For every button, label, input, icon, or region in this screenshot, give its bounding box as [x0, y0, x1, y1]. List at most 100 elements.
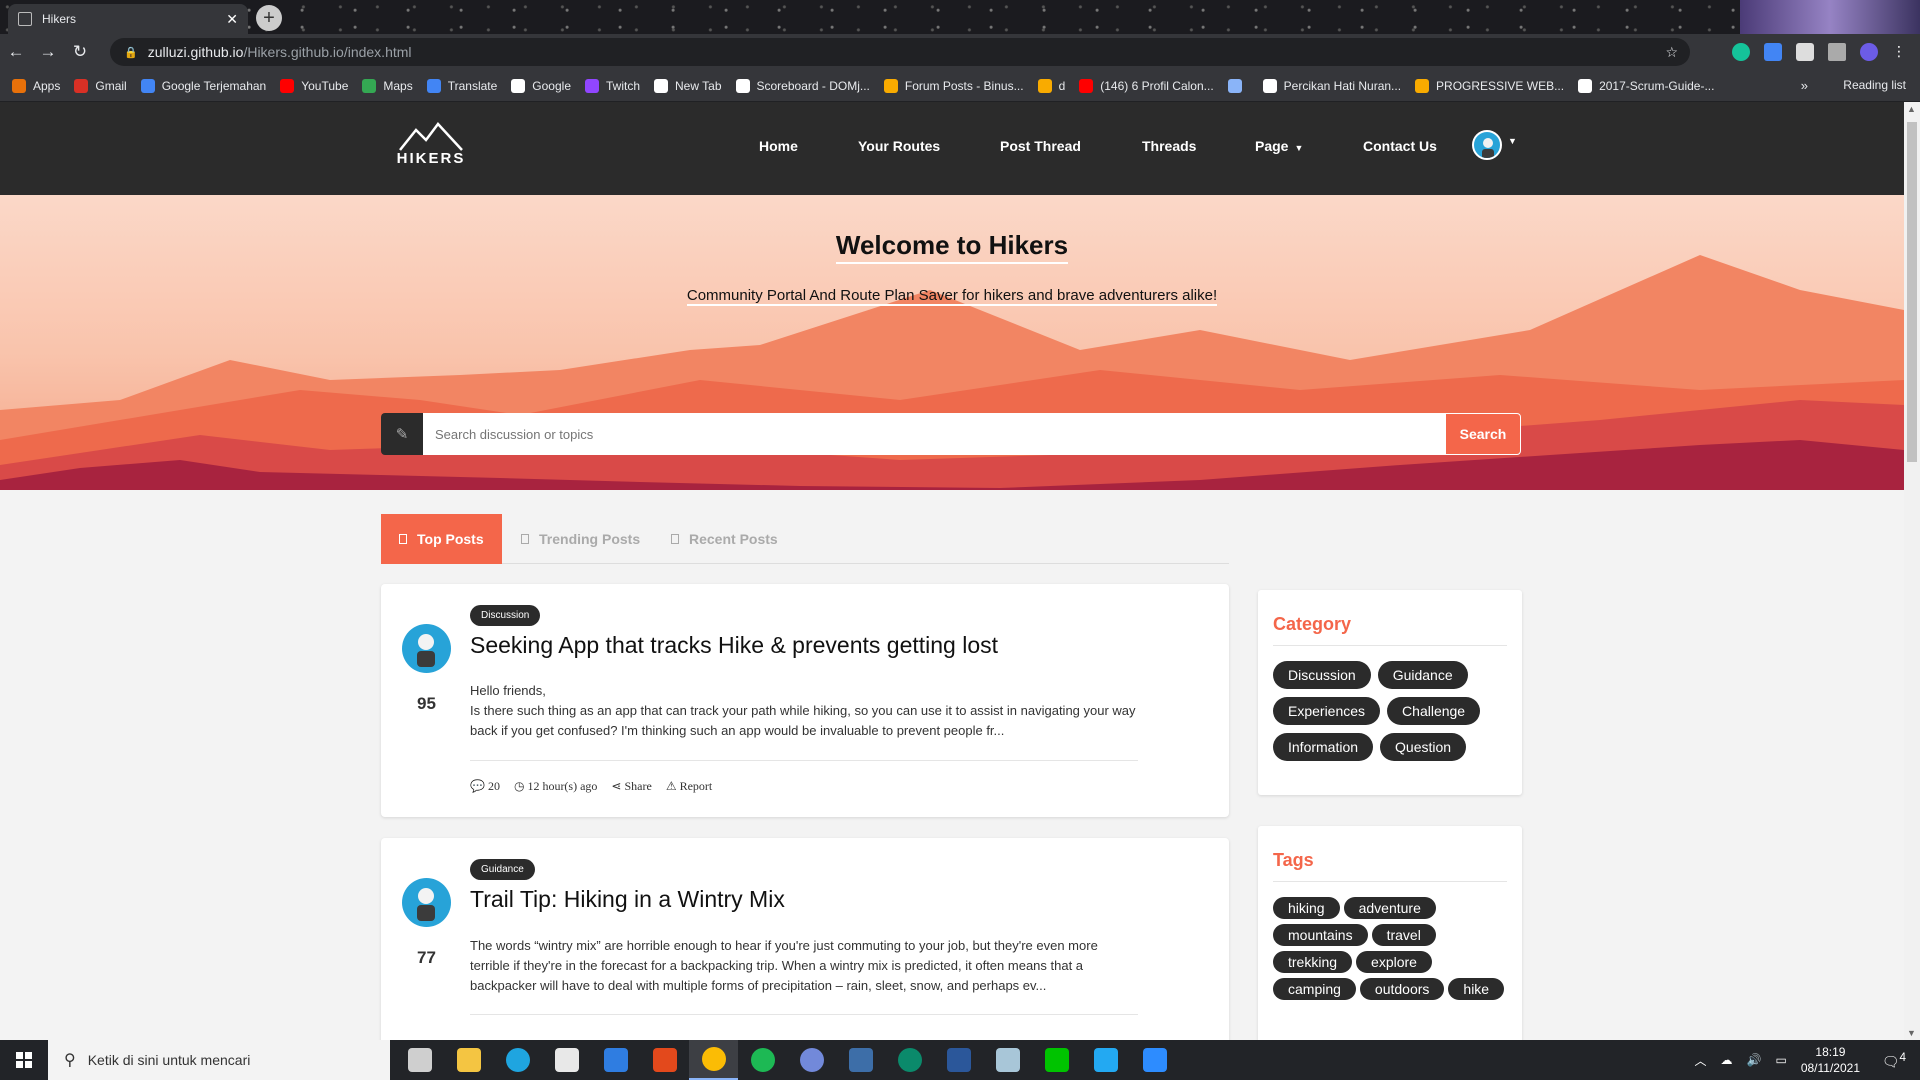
author-avatar[interactable]: [402, 878, 451, 927]
bookmark-item[interactable]: d: [1037, 78, 1065, 93]
post-category-badge[interactable]: Discussion: [470, 605, 541, 626]
bookmark-item[interactable]: Gmail: [74, 78, 127, 93]
taskbar-app-line[interactable]: [1032, 1040, 1081, 1080]
nav-contact-us[interactable]: Contact Us: [1363, 138, 1437, 154]
onedrive-icon[interactable]: ☁: [1721, 1053, 1733, 1067]
tag-pill[interactable]: camping: [1273, 978, 1356, 1000]
hikers-logo[interactable]: HIKERS: [395, 122, 467, 172]
taskbar-app-vscode[interactable]: [1081, 1040, 1130, 1080]
category-pill[interactable]: Information: [1273, 733, 1374, 761]
share-link[interactable]: ⋖ Share: [611, 779, 651, 794]
forward-icon[interactable]: →: [32, 42, 64, 62]
volume-icon[interactable]: 🔊: [1747, 1053, 1762, 1067]
bookmark-item[interactable]: YouTube: [280, 78, 348, 93]
media-control-icon[interactable]: [1828, 43, 1846, 61]
profile-avatar-icon[interactable]: [1860, 43, 1878, 61]
system-clock[interactable]: 18:19 08/11/2021: [1801, 1044, 1860, 1076]
category-pill[interactable]: Question: [1380, 733, 1467, 761]
tray-chevron-icon[interactable]: ︿: [1695, 1052, 1707, 1069]
tag-pill[interactable]: adventure: [1343, 897, 1436, 919]
taskbar-app-task-view[interactable]: [395, 1040, 444, 1080]
browser-menu-icon[interactable]: ⋮: [1892, 43, 1906, 61]
taskbar-app-chrome[interactable]: [689, 1040, 738, 1080]
search-input[interactable]: [423, 413, 1445, 455]
tag-pill[interactable]: hike: [1448, 978, 1505, 1000]
post-title[interactable]: Trail Tip: Hiking in a Wintry Mix: [470, 886, 785, 913]
taskbar-app-mail[interactable]: [591, 1040, 640, 1080]
tab-trending-posts[interactable]: Trending Posts: [503, 514, 658, 564]
nav-your-routes[interactable]: Your Routes: [858, 138, 940, 154]
grammarly-extension-icon[interactable]: [1732, 43, 1750, 61]
nav-page-dropdown[interactable]: Page ▼: [1255, 138, 1303, 154]
bookmark-item[interactable]: Apps: [12, 78, 60, 93]
tab-top-posts[interactable]: Top Posts: [381, 514, 502, 564]
tab-close-icon[interactable]: ✕: [226, 11, 238, 28]
category-pill[interactable]: Experiences: [1273, 697, 1381, 725]
taskbar-app-office[interactable]: [640, 1040, 689, 1080]
taskbar-app-word[interactable]: [934, 1040, 983, 1080]
reload-icon[interactable]: ↻: [64, 42, 96, 62]
category-pill[interactable]: Challenge: [1387, 697, 1481, 725]
search-button[interactable]: Search: [1445, 413, 1521, 455]
tag-pill[interactable]: travel: [1371, 924, 1436, 946]
scroll-down-icon[interactable]: ▼: [1907, 1028, 1916, 1038]
taskbar-search[interactable]: ⚲ Ketik di sini untuk mencari: [48, 1040, 390, 1080]
report-link[interactable]: ⚠ Report: [666, 779, 712, 794]
lock-icon[interactable]: 🔒: [124, 46, 138, 59]
user-avatar[interactable]: [1472, 130, 1502, 160]
bookmark-item[interactable]: 2017-Scrum-Guide-...: [1578, 78, 1714, 93]
author-avatar[interactable]: [402, 624, 451, 673]
tag-pill[interactable]: trekking: [1273, 951, 1353, 973]
new-tab-button[interactable]: +: [256, 5, 282, 31]
tag-pill[interactable]: explore: [1356, 951, 1432, 973]
bookmark-item[interactable]: Percikan Hati Nuran...: [1262, 78, 1401, 93]
windows-start-icon[interactable]: [0, 1040, 48, 1080]
tag-pill[interactable]: hiking: [1273, 897, 1340, 919]
scrollbar-thumb[interactable]: [1907, 122, 1917, 462]
comments-link[interactable]: 💬 20: [470, 779, 500, 794]
notification-center[interactable]: 🗨4: [1882, 1051, 1906, 1071]
bookmark-item[interactable]: (146) 6 Profil Calon...: [1079, 78, 1214, 93]
taskbar-app-notepad[interactable]: [983, 1040, 1032, 1080]
taskbar-app-steam[interactable]: [836, 1040, 885, 1080]
taskbar-app-edge[interactable]: [493, 1040, 542, 1080]
category-pill[interactable]: Guidance: [1377, 661, 1468, 689]
tag-pill[interactable]: outdoors: [1359, 978, 1445, 1000]
bookmarks-overflow-icon[interactable]: »: [1801, 78, 1808, 93]
bookmark-item[interactable]: Forum Posts - Binus...: [883, 78, 1024, 93]
nav-home[interactable]: Home: [759, 138, 798, 154]
nav-post-thread[interactable]: Post Thread: [1000, 138, 1081, 154]
taskbar-app-spotify[interactable]: [738, 1040, 787, 1080]
bookmark-item[interactable]: [1227, 78, 1249, 93]
bookmark-item[interactable]: Google: [511, 78, 571, 93]
network-icon[interactable]: ▭: [1775, 1053, 1786, 1067]
tag-pill[interactable]: mountains: [1273, 924, 1368, 946]
taskbar-app-edge-dev[interactable]: [885, 1040, 934, 1080]
page-scrollbar[interactable]: ▲ ▼: [1904, 102, 1920, 1040]
user-menu-caret-icon[interactable]: ▼: [1508, 136, 1517, 146]
bookmark-item[interactable]: Scoreboard - DOMj...: [735, 78, 870, 93]
browser-tab[interactable]: Hikers ✕: [8, 4, 248, 34]
scroll-up-icon[interactable]: ▲: [1907, 104, 1916, 114]
address-bar[interactable]: 🔒 zulluzi.github.io /Hikers.github.io/in…: [110, 38, 1690, 66]
nav-threads[interactable]: Threads: [1142, 138, 1196, 154]
bookmark-item[interactable]: New Tab: [654, 78, 722, 93]
tab-recent-posts[interactable]: Recent Posts: [653, 514, 796, 564]
bookmark-item[interactable]: Twitch: [585, 78, 640, 93]
bookmark-item[interactable]: Google Terjemahan: [140, 78, 266, 93]
post-title[interactable]: Seeking App that tracks Hike & prevents …: [470, 632, 998, 659]
bookmark-item[interactable]: PROGRESSIVE WEB...: [1415, 78, 1564, 93]
taskbar-app-store[interactable]: [542, 1040, 591, 1080]
category-pill[interactable]: Discussion: [1273, 661, 1371, 689]
reading-list-button[interactable]: Reading list: [1843, 78, 1906, 92]
taskbar-app-zoom[interactable]: [1130, 1040, 1179, 1080]
back-icon[interactable]: ←: [0, 42, 32, 62]
bookmark-item[interactable]: Translate: [426, 78, 497, 93]
bookmark-item[interactable]: Maps: [362, 78, 413, 93]
taskbar-app-discord[interactable]: [787, 1040, 836, 1080]
taskbar-app-file-explorer[interactable]: [444, 1040, 493, 1080]
translate-extension-icon[interactable]: [1764, 43, 1782, 61]
bookmark-star-icon[interactable]: ☆: [1665, 44, 1678, 61]
post-category-badge[interactable]: Guidance: [470, 859, 535, 880]
puzzle-extensions-icon[interactable]: [1796, 43, 1814, 61]
